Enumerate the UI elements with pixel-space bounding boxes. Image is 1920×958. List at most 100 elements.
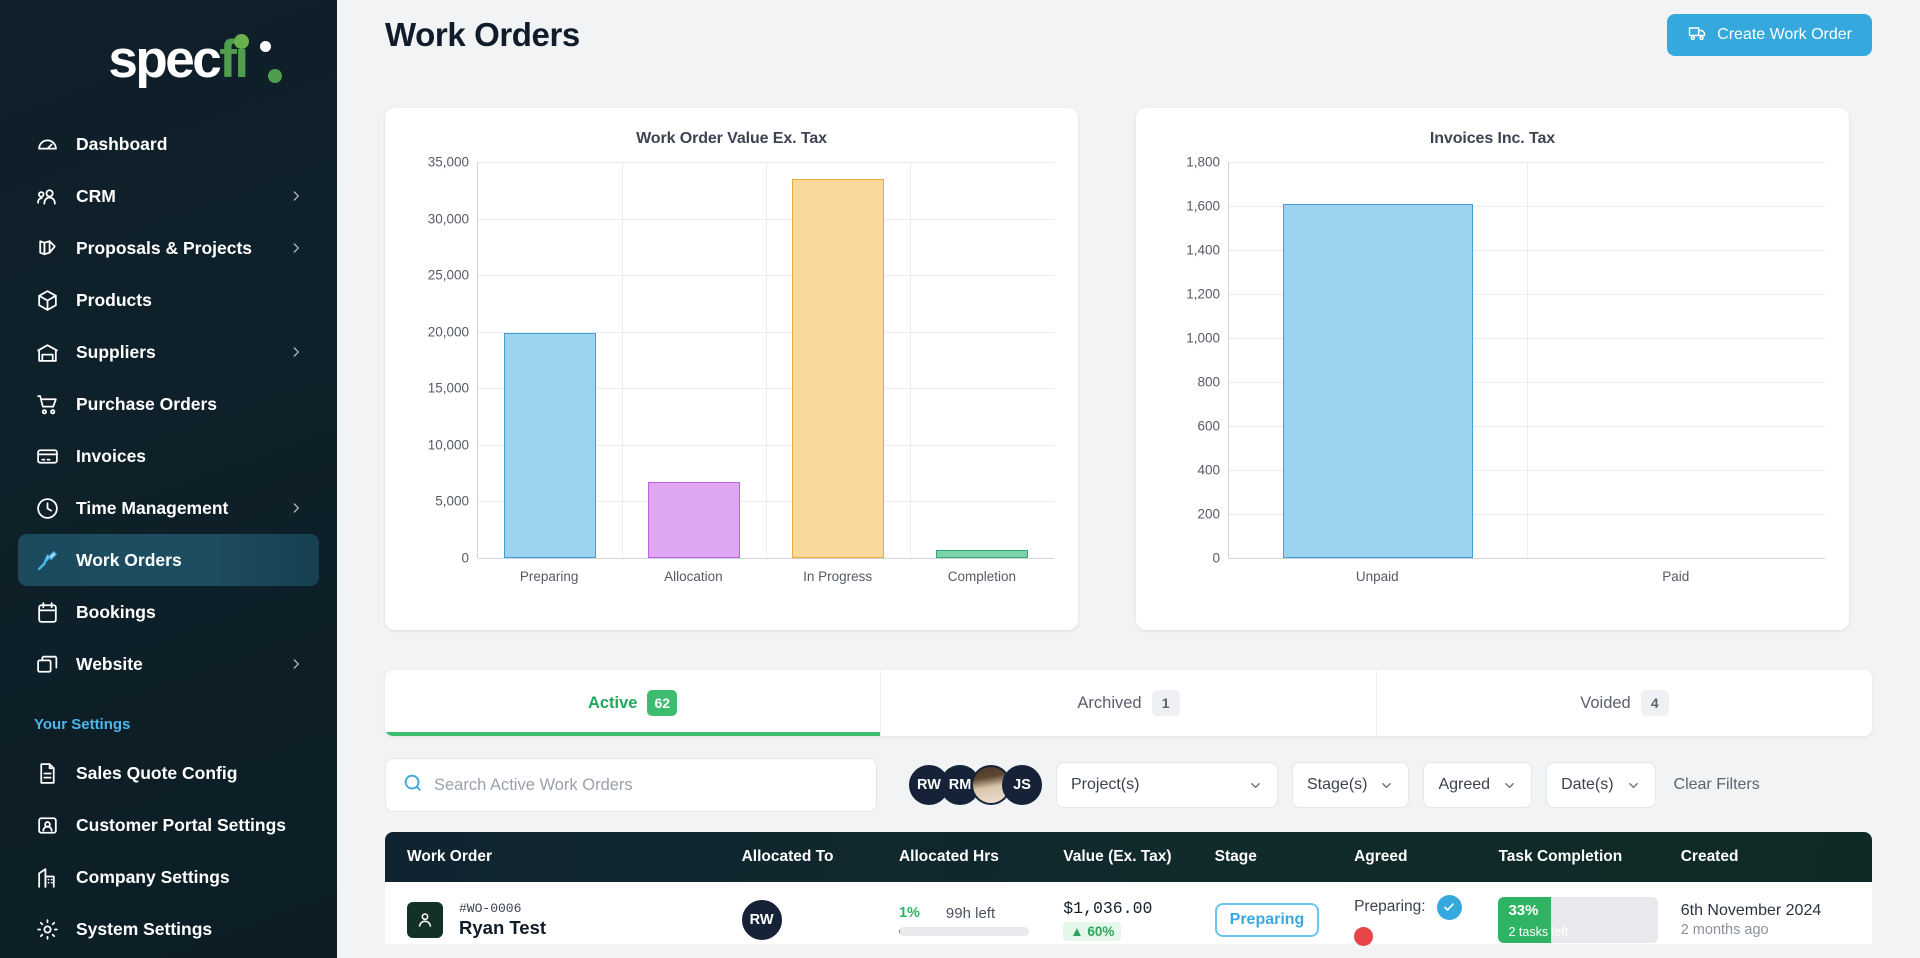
sidebar: specfi Dashboard CRM Proposals & Projects P… <box>0 0 337 958</box>
y-axis-tick-label: 35,000 <box>427 154 469 170</box>
search-box[interactable] <box>385 758 877 812</box>
task-percent: 33% <box>1508 902 1539 919</box>
created-date: 6th November 2024 <box>1680 902 1822 919</box>
sidebar-item-company-settings[interactable]: Company Settings <box>18 851 319 903</box>
sidebar-item-label: Sales Quote Config <box>76 762 238 783</box>
search-input[interactable] <box>434 775 860 795</box>
filter-select-project-s[interactable]: Project(s) <box>1056 762 1278 808</box>
filter-select-agreed[interactable]: Agreed <box>1423 762 1533 808</box>
column-header[interactable]: Value (Ex. Tax) <box>1063 848 1214 866</box>
chevron-right-icon[interactable] <box>289 241 303 255</box>
bar-preparing[interactable] <box>503 332 597 558</box>
logo-text-primary: spec <box>108 29 221 89</box>
sidebar-item-website[interactable]: Website <box>18 638 319 690</box>
bars-container <box>478 162 1054 558</box>
bar-in-progress[interactable] <box>791 178 885 558</box>
sidebar-item-label: Invoices <box>76 445 147 466</box>
column-header[interactable]: Work Order <box>407 848 742 866</box>
tab-label: Voided <box>1580 693 1631 712</box>
chevron-right-icon[interactable] <box>289 345 303 359</box>
sidebar-item-customer-portal-settings[interactable]: Customer Portal Settings <box>18 799 319 851</box>
sidebar-item-work-orders[interactable]: Work Orders <box>18 534 319 586</box>
bar-unpaid[interactable] <box>1282 203 1474 558</box>
column-header[interactable]: Created <box>1681 848 1850 866</box>
create-work-order-button[interactable]: Create Work Order <box>1667 14 1872 56</box>
sidebar-item-sales-quote-config[interactable]: Sales Quote Config <box>18 747 319 799</box>
gauge-icon <box>34 131 60 157</box>
logo-dot-green-bottom <box>268 68 283 83</box>
column-header[interactable]: Allocated To <box>742 848 899 866</box>
avatar[interactable]: JS <box>1002 765 1042 805</box>
y-axis-tick-label: 20,000 <box>427 324 469 340</box>
sidebar-item-label: Proposals & Projects <box>76 237 253 258</box>
sidebar-item-dashboard[interactable]: Dashboard <box>18 118 319 170</box>
chevron-right-icon[interactable] <box>289 501 303 515</box>
cancel-icon[interactable] <box>1354 926 1374 946</box>
y-axis-tick-label: 0 <box>461 550 469 566</box>
sidebar-item-suppliers[interactable]: Suppliers <box>18 326 319 378</box>
y-axis-tick-label: 1,200 <box>1186 286 1220 302</box>
column-header[interactable]: Agreed <box>1354 848 1498 866</box>
column-header[interactable]: Stage <box>1215 848 1354 866</box>
sidebar-item-purchase-orders[interactable]: Purchase Orders <box>18 378 319 430</box>
sidebar-item-time-management[interactable]: Time Management <box>18 482 319 534</box>
check-icon[interactable] <box>1436 894 1462 920</box>
table-header-row: Work Order Allocated To Allocated Hrs Value… <box>385 832 1872 882</box>
warehouse-icon <box>34 339 60 365</box>
x-axis-tick-label: Paid <box>1662 568 1690 584</box>
filter-select-stage-s[interactable]: Stage(s) <box>1292 762 1410 808</box>
cell-work-order[interactable]: #WO-0006 Ryan Test <box>407 901 742 939</box>
document-icon <box>34 760 60 786</box>
value-change-badge: ▲ 60% <box>1063 922 1122 941</box>
chevron-right-icon[interactable] <box>289 657 303 671</box>
tab-voided[interactable]: Voided 4 <box>1377 670 1872 736</box>
tab-archived[interactable]: Archived 1 <box>881 670 1377 736</box>
x-axis-tick-label: Completion <box>947 568 1017 584</box>
clear-filters-button[interactable]: Clear Filters <box>1674 776 1760 794</box>
tab-active[interactable]: Active 62 <box>385 670 881 736</box>
chevron-down-icon <box>1626 778 1641 793</box>
layers-icon <box>34 235 60 261</box>
table-row[interactable]: #WO-0006 Ryan Test RW 1% 99h left $1,036.00 ▲ … <box>385 882 1872 946</box>
sidebar-item-invoices[interactable]: Invoices <box>18 430 319 482</box>
people-icon <box>34 183 60 209</box>
task-progress-bar: 33% 2 tasks left <box>1498 897 1659 943</box>
sidebar-item-label: Work Orders <box>76 549 182 570</box>
sidebar-item-label: Purchase Orders <box>76 393 218 414</box>
tab-count-badge: 62 <box>647 690 678 716</box>
bar-cell <box>478 162 622 558</box>
column-header[interactable]: Task Completion <box>1498 848 1680 866</box>
assignee-avatar-group[interactable]: RW RM JS <box>909 765 1042 805</box>
y-axis-tick-label: 200 <box>1197 506 1220 522</box>
cell-stage: Preparing <box>1214 903 1354 937</box>
sidebar-item-label: CRM <box>76 185 116 206</box>
avatar[interactable]: RW <box>741 900 782 940</box>
y-axis-tick-label: 1,400 <box>1186 242 1220 258</box>
cell-agreed: Preparing: <box>1354 894 1498 946</box>
settings-section-title: Your Settings <box>34 716 131 733</box>
work-order-value-plot-area <box>477 162 1054 559</box>
status-badge[interactable]: Preparing <box>1214 903 1320 937</box>
chevron-right-icon[interactable] <box>289 189 303 203</box>
column-header[interactable]: Allocated Hrs <box>899 848 1063 866</box>
app-logo[interactable]: specfi <box>0 0 337 118</box>
sidebar-item-bookings[interactable]: Bookings <box>18 586 319 638</box>
logo-dot-white <box>260 40 272 52</box>
clock-icon <box>34 495 60 521</box>
x-axis-tick-label: Allocation <box>664 568 723 584</box>
y-axis-tick-label: 400 <box>1197 462 1220 478</box>
sidebar-item-label: Products <box>76 289 152 310</box>
sidebar-item-label: Company Settings <box>76 866 230 887</box>
main-navigation: Dashboard CRM Proposals & Projects Products… <box>0 118 337 690</box>
sidebar-item-crm[interactable]: CRM <box>18 170 319 222</box>
chart-title-invoices: Invoices Inc. Tax <box>1429 130 1556 147</box>
bar-completion[interactable] <box>935 550 1029 558</box>
tasks-left: 2 tasks left <box>1508 925 1569 939</box>
sidebar-item-proposals-projects[interactable]: Proposals & Projects <box>18 222 319 274</box>
filter-select-date-s[interactable]: Date(s) <box>1546 762 1656 808</box>
bar-allocation[interactable] <box>647 482 741 558</box>
tab-count-badge: 1 <box>1151 690 1180 716</box>
sidebar-item-products[interactable]: Products <box>18 274 319 326</box>
chevron-down-icon <box>1502 778 1517 793</box>
sidebar-item-system-settings[interactable]: System Settings <box>18 903 319 955</box>
